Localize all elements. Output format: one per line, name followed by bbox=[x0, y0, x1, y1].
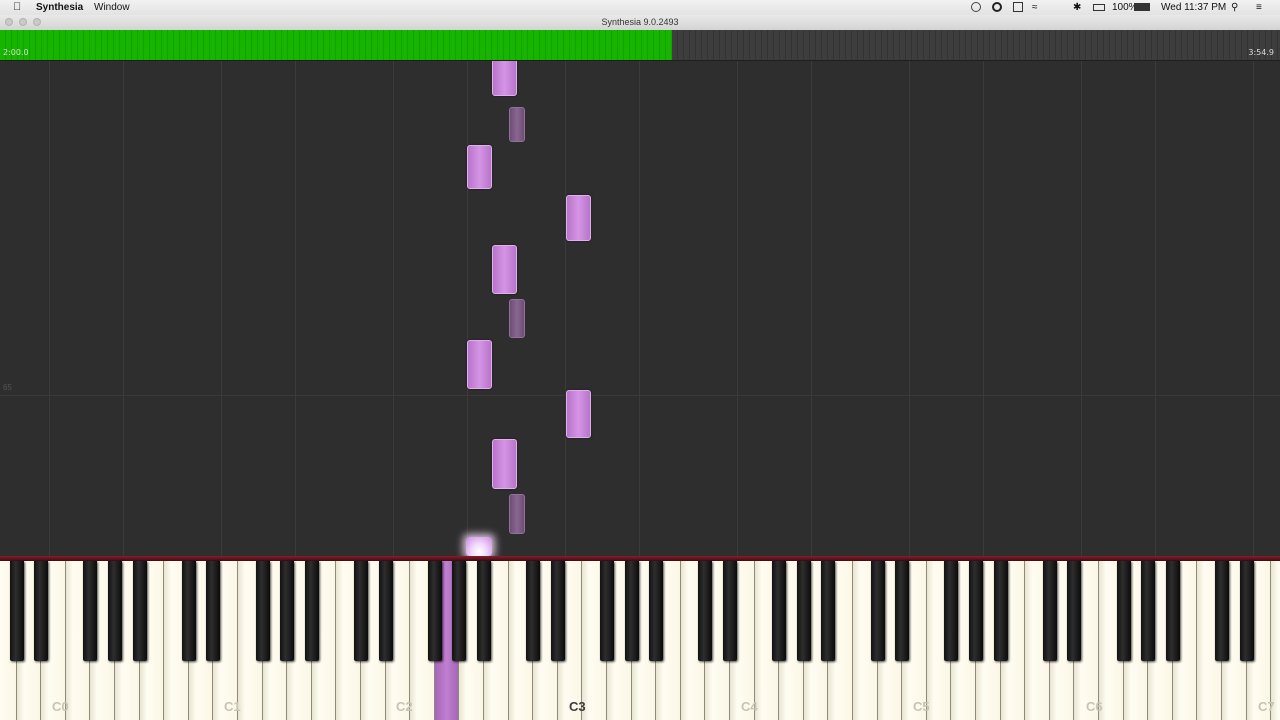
black-key[interactable] bbox=[304, 561, 319, 661]
black-key[interactable] bbox=[772, 561, 787, 661]
record-icon[interactable] bbox=[992, 2, 1002, 12]
search-icon[interactable]: ⚲ bbox=[1231, 1, 1238, 14]
total-time: 3:54.9 bbox=[1248, 48, 1274, 57]
key-divider bbox=[123, 61, 124, 556]
black-key[interactable] bbox=[354, 561, 368, 661]
octave-label: C6 bbox=[1086, 699, 1103, 714]
black-key[interactable] bbox=[378, 561, 393, 661]
black-key[interactable] bbox=[181, 561, 196, 661]
falling-note bbox=[492, 439, 517, 489]
key-divider bbox=[467, 61, 468, 556]
key-divider bbox=[393, 61, 394, 556]
black-key[interactable] bbox=[870, 561, 885, 661]
key-divider bbox=[983, 61, 984, 556]
piano-keyboard[interactable]: C0 C1 C2 C3 C4 C5 C6 C7 bbox=[0, 556, 1280, 720]
white-key[interactable] bbox=[1271, 561, 1280, 720]
black-key[interactable] bbox=[132, 561, 147, 661]
black-key[interactable] bbox=[723, 561, 737, 661]
apple-logo-icon[interactable]:  bbox=[13, 1, 21, 14]
wifi-icon[interactable]: ≈ bbox=[1032, 1, 1038, 14]
black-key[interactable] bbox=[993, 561, 1008, 661]
falling-note bbox=[509, 107, 525, 142]
black-key[interactable] bbox=[624, 561, 639, 661]
menu-bar:  Synthesia Window ≈ ✱ 100% Wed 11:37 PM… bbox=[0, 0, 1280, 16]
key-divider bbox=[737, 61, 738, 556]
display-icon[interactable] bbox=[1093, 4, 1105, 11]
falling-note bbox=[566, 390, 591, 438]
black-key[interactable] bbox=[1239, 561, 1254, 661]
black-key[interactable] bbox=[477, 561, 491, 661]
falling-note bbox=[467, 340, 492, 389]
current-time: 2:00.0 bbox=[3, 48, 29, 57]
app-menu[interactable]: Synthesia bbox=[36, 1, 83, 14]
black-key[interactable] bbox=[895, 561, 910, 661]
key-divider bbox=[909, 61, 910, 556]
black-key[interactable] bbox=[1067, 561, 1082, 661]
falling-note bbox=[492, 245, 517, 294]
measure-line bbox=[0, 395, 1280, 396]
falling-note bbox=[492, 61, 517, 96]
song-timeline[interactable]: 2:00.0 3:54.9 bbox=[0, 30, 1280, 61]
window-title-bar: Synthesia 9.0.2493 bbox=[0, 15, 1280, 31]
bluetooth-icon[interactable]: ✱ bbox=[1073, 1, 1081, 14]
window-title: Synthesia 9.0.2493 bbox=[601, 17, 679, 27]
black-key[interactable] bbox=[1116, 561, 1131, 661]
falling-note bbox=[566, 195, 591, 241]
black-key[interactable] bbox=[1141, 561, 1156, 661]
key-divider bbox=[1155, 61, 1156, 556]
key-divider bbox=[811, 61, 812, 556]
black-key[interactable] bbox=[206, 561, 221, 661]
timeline-progress[interactable] bbox=[0, 30, 672, 60]
note-hit-sparkle bbox=[466, 537, 492, 556]
note-roll: 65 bbox=[0, 61, 1280, 556]
black-key[interactable] bbox=[1165, 561, 1180, 661]
octave-label: C5 bbox=[913, 699, 930, 714]
key-divider bbox=[1253, 61, 1254, 556]
octave-label: C3 bbox=[569, 699, 586, 714]
black-key[interactable] bbox=[821, 561, 836, 661]
octave-label: C1 bbox=[224, 699, 241, 714]
falling-note bbox=[467, 145, 492, 189]
black-key[interactable] bbox=[427, 561, 442, 661]
falling-note bbox=[509, 494, 525, 534]
key-divider bbox=[295, 61, 296, 556]
octave-label: C0 bbox=[52, 699, 69, 714]
black-key[interactable] bbox=[34, 561, 49, 661]
timeline-remaining[interactable] bbox=[672, 30, 1280, 60]
black-key[interactable] bbox=[550, 561, 565, 661]
black-key[interactable] bbox=[600, 561, 614, 661]
black-key[interactable] bbox=[83, 561, 98, 661]
battery-icon[interactable] bbox=[1134, 3, 1150, 11]
black-key[interactable] bbox=[698, 561, 713, 661]
window-menu[interactable]: Window bbox=[94, 1, 130, 14]
black-key[interactable] bbox=[649, 561, 664, 661]
black-key[interactable] bbox=[452, 561, 467, 661]
key-divider bbox=[49, 61, 50, 556]
black-key[interactable] bbox=[108, 561, 122, 661]
key-divider bbox=[1081, 61, 1082, 556]
black-key[interactable] bbox=[969, 561, 983, 661]
key-divider bbox=[565, 61, 566, 556]
airplay-icon[interactable] bbox=[1013, 2, 1023, 12]
black-key[interactable] bbox=[526, 561, 541, 661]
black-key[interactable] bbox=[1215, 561, 1229, 661]
falling-note bbox=[509, 299, 525, 338]
notification-center-icon[interactable]: ≡ bbox=[1256, 1, 1262, 14]
creative-cloud-icon[interactable] bbox=[971, 2, 981, 12]
clock[interactable]: Wed 11:37 PM bbox=[1161, 1, 1226, 14]
black-key[interactable] bbox=[796, 561, 811, 661]
black-key[interactable] bbox=[9, 561, 24, 661]
octave-label: C7 bbox=[1258, 699, 1275, 714]
measure-number: 65 bbox=[3, 383, 12, 392]
black-key[interactable] bbox=[944, 561, 959, 661]
octave-label: C2 bbox=[396, 699, 413, 714]
octave-label: C4 bbox=[741, 699, 758, 714]
black-key[interactable] bbox=[1042, 561, 1057, 661]
black-key[interactable] bbox=[255, 561, 270, 661]
key-divider bbox=[639, 61, 640, 556]
black-key[interactable] bbox=[280, 561, 295, 661]
key-divider bbox=[221, 61, 222, 556]
